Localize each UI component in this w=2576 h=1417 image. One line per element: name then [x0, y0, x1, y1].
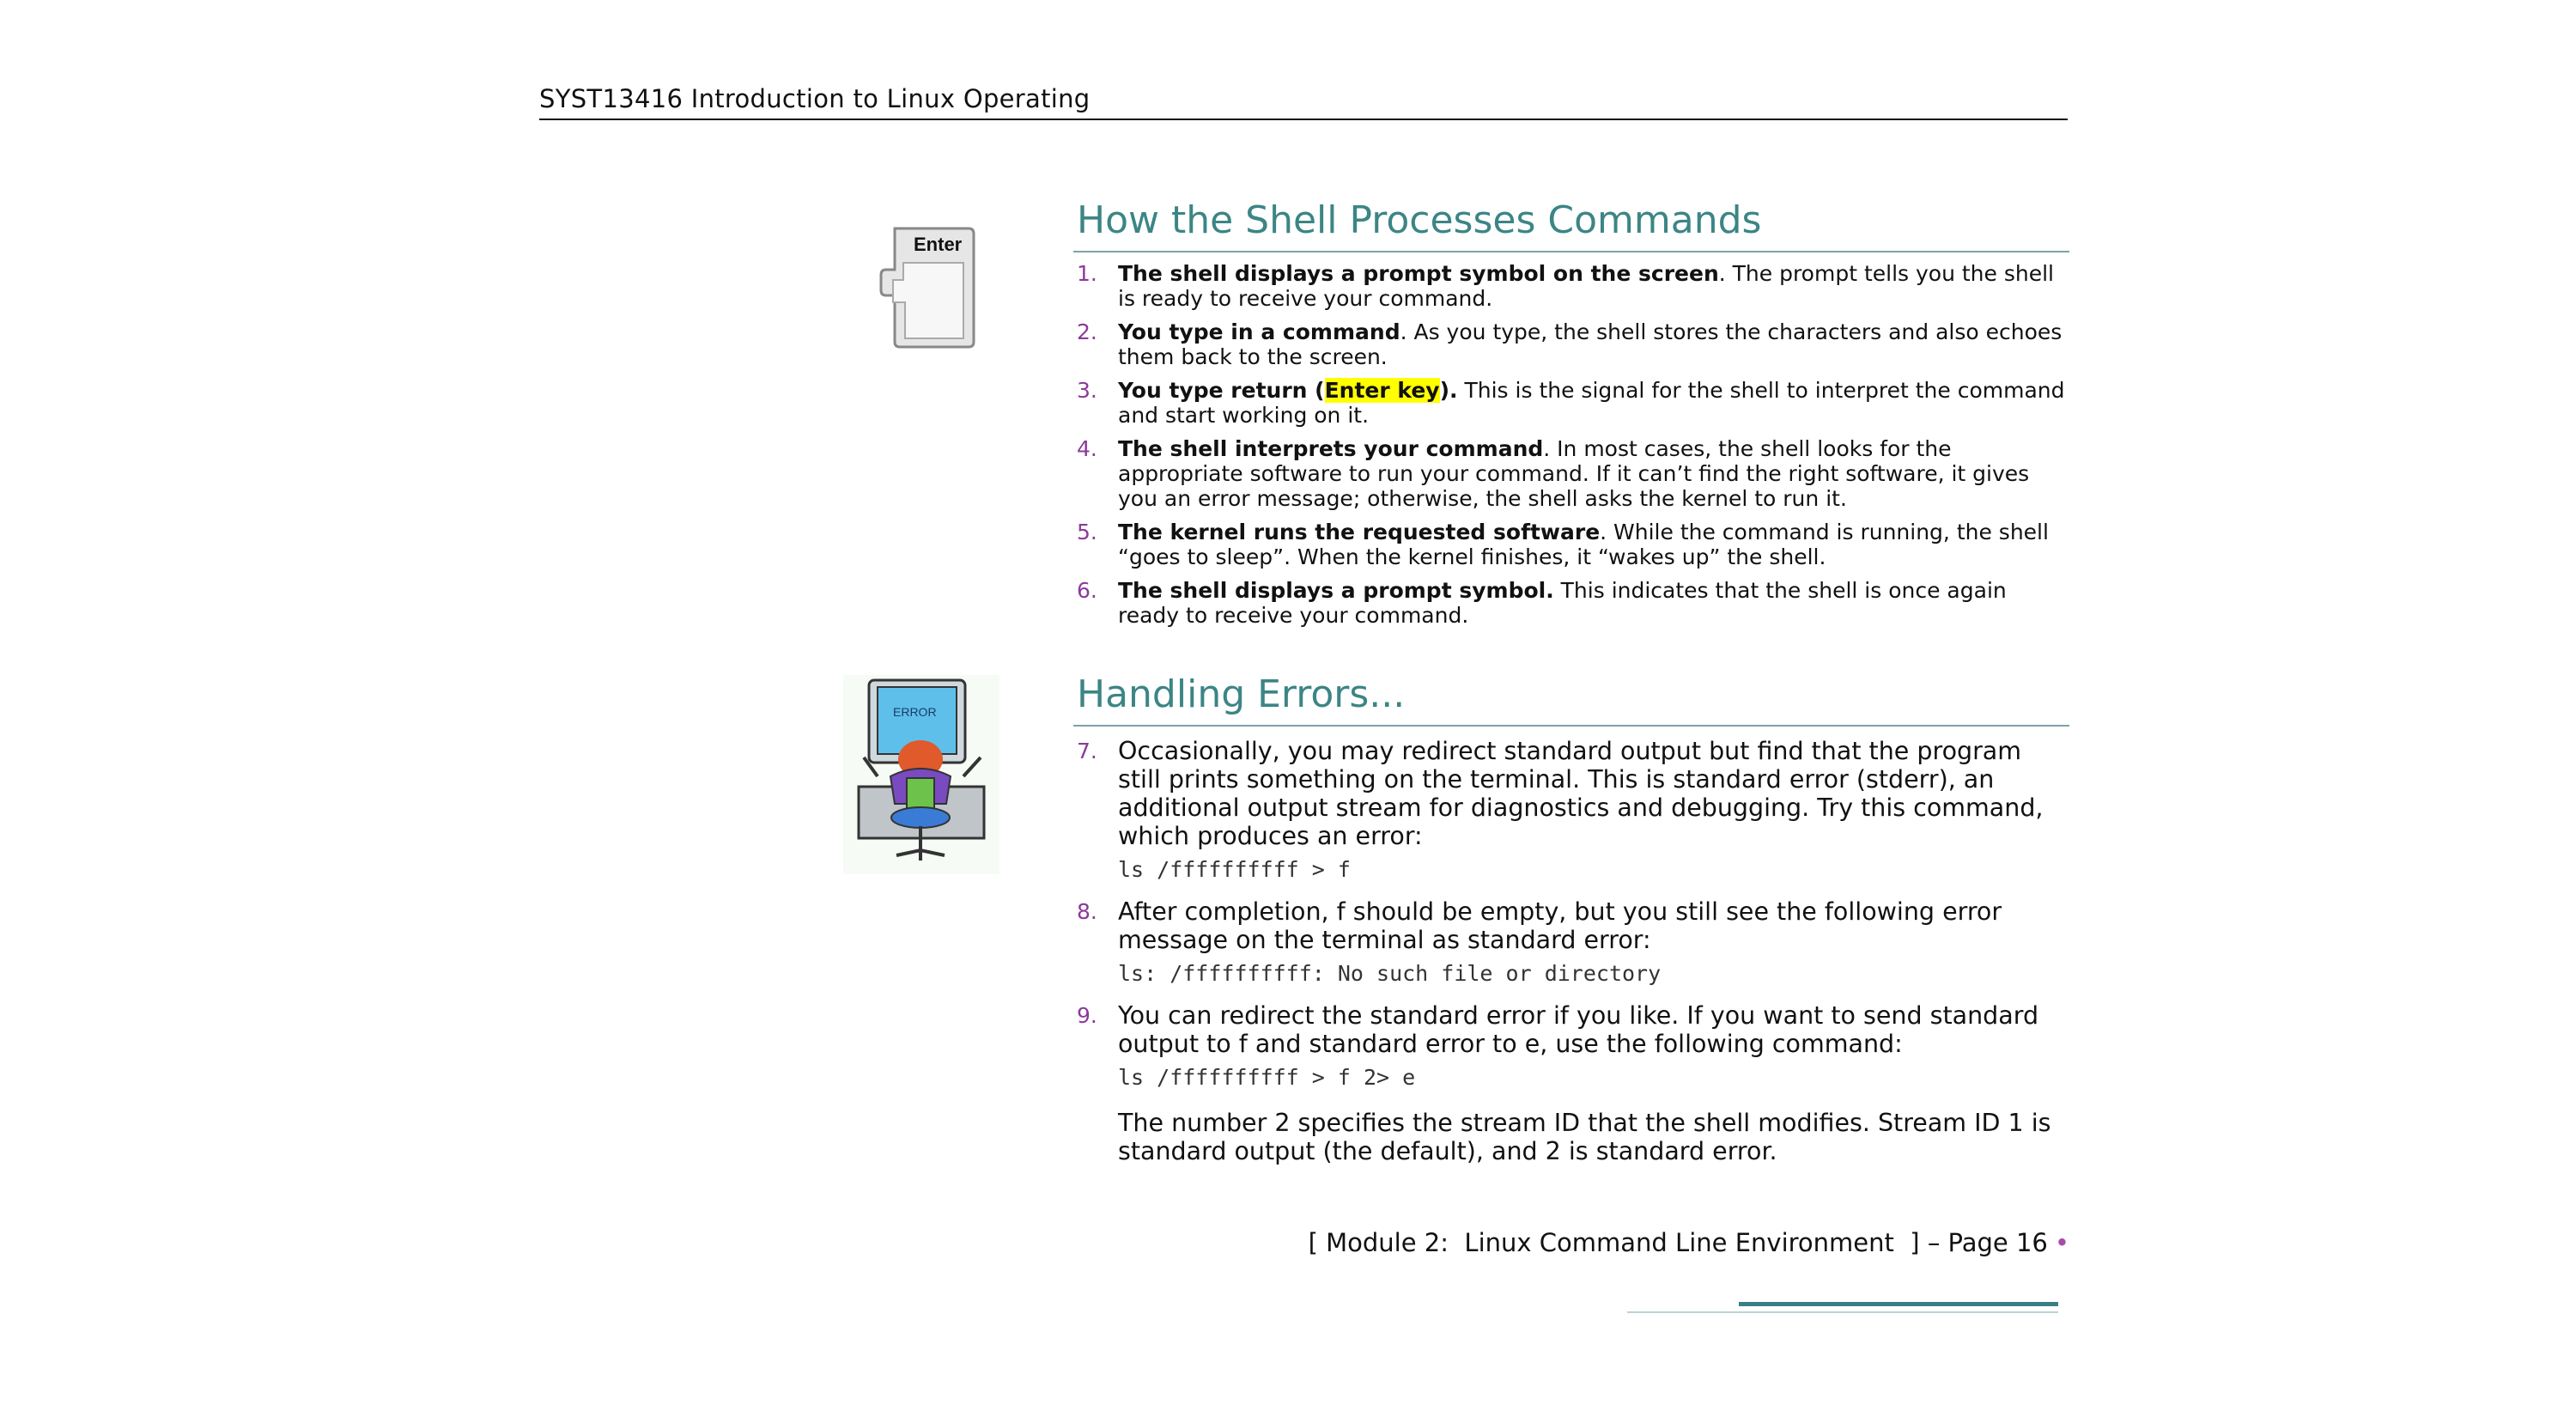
- item-number: 6.: [1077, 578, 1097, 603]
- list-item: 5. The kernel runs the requested softwar…: [1073, 520, 2069, 569]
- code-snippet: ls /ffffffffff > f 2> e: [1118, 1065, 1416, 1090]
- item-number: 2.: [1077, 319, 1097, 344]
- item-text: After completion, f should be empty, but…: [1118, 897, 2002, 954]
- item-text: You can redirect the standard error if y…: [1118, 1001, 2039, 1058]
- item-bold-text: You type in a command: [1118, 319, 1400, 344]
- error-computer-cartoon-icon: ERROR: [843, 675, 999, 874]
- section-heading: How the Shell Processes Commands: [1073, 198, 2069, 252]
- item-number: 5.: [1077, 520, 1097, 544]
- item-number: 7.: [1077, 739, 1097, 763]
- item-number: 9.: [1077, 1003, 1097, 1028]
- course-title: SYST13416 Introduction to Linux Operatin…: [539, 84, 1091, 113]
- page-header: SYST13416 Introduction to Linux Operatin…: [539, 84, 2068, 120]
- page-footer: [ Module 2: Linux Command Line Environme…: [1309, 1228, 2069, 1257]
- item-bold-text: The shell displays a prompt symbol on th…: [1118, 261, 1719, 286]
- item-bold-text: You type return (Enter key).: [1118, 378, 1458, 403]
- list-item: 8. After completion, f should be empty, …: [1073, 897, 2069, 988]
- section-heading: Handling Errors...: [1073, 672, 2069, 727]
- item-text: Occasionally, you may redirect standard …: [1118, 737, 2044, 850]
- section-handling-errors: Handling Errors... 7. Occasionally, you …: [1073, 672, 2069, 1165]
- footer-rule-thick: [1739, 1302, 2058, 1306]
- list-item: 6. The shell displays a prompt symbol. T…: [1073, 578, 2069, 628]
- list-item: 4. The shell interprets your command. In…: [1073, 436, 2069, 511]
- item-bold-text: The shell displays a prompt symbol.: [1118, 578, 1554, 603]
- code-snippet: ls /ffffffffff > f: [1118, 857, 1351, 882]
- error-screen-label: ERROR: [893, 705, 937, 719]
- item-bold-text: The shell interprets your command: [1118, 436, 1544, 461]
- item-number: 3.: [1077, 378, 1097, 403]
- enter-key-highlight: Enter key: [1324, 378, 1440, 403]
- section-shell-processes: How the Shell Processes Commands 1. The …: [1073, 198, 2069, 628]
- list-item: 3. You type return (Enter key). This is …: [1073, 378, 2069, 428]
- item-number: 1.: [1077, 261, 1097, 286]
- item-number: 8.: [1077, 899, 1097, 924]
- item-bold-pre: You type return (: [1118, 378, 1325, 403]
- list-item: 2. You type in a command. As you type, t…: [1073, 319, 2069, 369]
- errors-list: 7. Occasionally, you may redirect standa…: [1073, 737, 2069, 1092]
- enter-key-icon: Enter: [879, 227, 975, 349]
- list-item: 7. Occasionally, you may redirect standa…: [1073, 737, 2069, 884]
- footer-bullet: •: [2054, 1228, 2069, 1257]
- item-bold-text: The kernel runs the requested software: [1118, 520, 1601, 544]
- list-item: 1. The shell displays a prompt symbol on…: [1073, 261, 2069, 311]
- footer-rule-thin: [1627, 1311, 2058, 1313]
- steps-list: 1. The shell displays a prompt symbol on…: [1073, 261, 2069, 628]
- item-number: 4.: [1077, 436, 1097, 461]
- footer-text: [ Module 2: Linux Command Line Environme…: [1308, 1228, 2048, 1257]
- enter-key-label: Enter: [914, 234, 963, 255]
- list-item: 9. You can redirect the standard error i…: [1073, 1001, 2069, 1092]
- item-bold-post: ).: [1439, 378, 1458, 403]
- code-snippet: ls: /ffffffffff: No such file or directo…: [1118, 961, 1662, 986]
- stream-id-note: The number 2 specifies the stream ID tha…: [1118, 1109, 2051, 1165]
